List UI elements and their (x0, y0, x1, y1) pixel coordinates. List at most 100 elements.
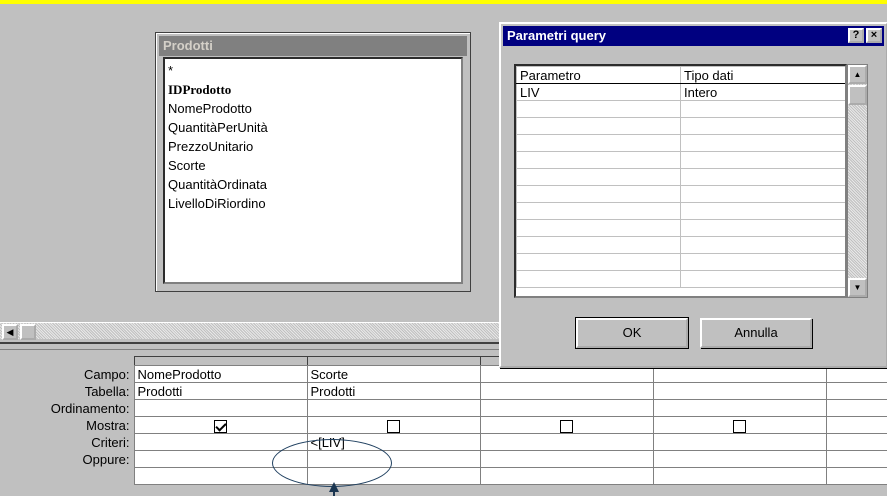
grid-row-oppure: Oppure: (0, 450, 887, 468)
param-name-cell[interactable] (516, 253, 681, 271)
cell-ordinamento-3[interactable] (479, 399, 654, 417)
show-checkbox-2[interactable] (387, 419, 400, 433)
cell-campo-1[interactable]: NomeProdotto (133, 365, 308, 383)
cell-oppure-2[interactable] (306, 450, 481, 468)
horizontal-scrollbar[interactable]: ◀ (0, 322, 500, 340)
param-type-cell[interactable] (680, 168, 845, 186)
cell-campo-2[interactable]: Scorte (306, 365, 481, 383)
param-name-cell[interactable] (516, 202, 681, 220)
cell-campo-5[interactable] (825, 365, 887, 383)
field-item-idprodotto[interactable]: IDProdotto (168, 80, 458, 99)
cell-empty-5[interactable] (825, 467, 887, 485)
parameter-row-empty (516, 253, 845, 271)
scroll-thumb[interactable] (20, 324, 36, 340)
table-box-title[interactable]: Prodotti (159, 36, 467, 56)
grid-row-empty (0, 467, 887, 485)
cell-ordinamento-4[interactable] (652, 399, 827, 417)
row-label-ordinamento: Ordinamento: (0, 399, 134, 417)
field-item-quantitaperunita[interactable]: QuantitàPerUnità (168, 118, 458, 137)
param-name-cell[interactable] (516, 151, 681, 169)
cell-tabella-1[interactable]: Prodotti (133, 382, 308, 400)
cell-ordinamento-1[interactable] (133, 399, 308, 417)
header-tipo-dati: Tipo dati (680, 66, 845, 84)
cell-mostra-5[interactable] (825, 416, 887, 434)
param-type-cell[interactable] (680, 202, 845, 220)
cell-empty-3[interactable] (479, 467, 654, 485)
arrow-left-icon[interactable]: ◀ (2, 324, 18, 340)
parameter-row-empty (516, 100, 845, 118)
param-type-cell[interactable] (680, 270, 845, 288)
dialog-titlebar[interactable]: Parametri query ? × (503, 26, 884, 46)
param-type-cell[interactable] (680, 185, 845, 203)
param-name-cell[interactable] (516, 236, 681, 254)
scroll-thumb[interactable] (848, 85, 867, 105)
param-name-cell[interactable] (516, 168, 681, 186)
arrow-down-icon[interactable]: ▼ (848, 278, 867, 297)
cell-criteri-1[interactable] (133, 433, 308, 451)
show-checkbox-3[interactable] (560, 419, 573, 433)
cell-empty-1[interactable] (133, 467, 308, 485)
arrow-up-icon[interactable]: ▲ (848, 65, 867, 84)
cell-mostra-3 (479, 416, 654, 434)
cell-criteri-3[interactable] (479, 433, 654, 451)
cell-tabella-2[interactable]: Prodotti (306, 382, 481, 400)
param-type-cell[interactable] (680, 219, 845, 237)
field-item-nomeprodotto[interactable]: NomeProdotto (168, 99, 458, 118)
selector-corner (0, 356, 134, 366)
field-list[interactable]: * IDProdotto NomeProdotto QuantitàPerUni… (163, 57, 463, 284)
annulla-button[interactable]: Annulla (700, 318, 812, 348)
param-type-cell[interactable] (680, 100, 845, 118)
row-label-oppure: Oppure: (0, 450, 134, 468)
cell-oppure-1[interactable] (133, 450, 308, 468)
column-selector[interactable] (133, 356, 308, 366)
table-box-prodotti[interactable]: Prodotti * IDProdotto NomeProdotto Quant… (155, 32, 471, 292)
param-name-cell[interactable] (516, 185, 681, 203)
param-type-cell[interactable] (680, 117, 845, 135)
param-name-cell[interactable] (516, 100, 681, 118)
cell-campo-3[interactable] (479, 365, 654, 383)
param-name-cell[interactable] (516, 219, 681, 237)
parameters-grid[interactable]: Parametro Tipo dati LIV Intero (514, 64, 847, 298)
param-name-cell[interactable] (516, 270, 681, 288)
field-item-quantitaordinata[interactable]: QuantitàOrdinata (168, 175, 458, 194)
show-checkbox-1[interactable] (214, 419, 227, 433)
cell-oppure-5[interactable] (825, 450, 887, 468)
parameter-row-empty (516, 185, 845, 203)
show-checkbox-4[interactable] (733, 419, 746, 433)
cell-criteri-5[interactable] (825, 433, 887, 451)
param-type-cell[interactable]: Intero (680, 83, 845, 101)
cell-ordinamento-5[interactable] (825, 399, 887, 417)
cell-oppure-3[interactable] (479, 450, 654, 468)
parameter-row-empty (516, 202, 845, 220)
param-name-cell[interactable] (516, 117, 681, 135)
cell-oppure-4[interactable] (652, 450, 827, 468)
param-name-cell[interactable] (516, 134, 681, 152)
cell-tabella-4[interactable] (652, 382, 827, 400)
row-label-campo: Campo: (0, 365, 134, 383)
param-name-cell[interactable]: LIV (516, 83, 681, 101)
cell-tabella-3[interactable] (479, 382, 654, 400)
param-type-cell[interactable] (680, 236, 845, 254)
close-icon[interactable]: × (866, 28, 882, 43)
cell-empty-4[interactable] (652, 467, 827, 485)
field-item-prezzounitario[interactable]: PrezzoUnitario (168, 137, 458, 156)
param-type-cell[interactable] (680, 253, 845, 271)
cell-criteri-2[interactable]: <[LIV] (306, 433, 481, 451)
parameter-row-empty (516, 219, 845, 237)
field-item-all[interactable]: * (168, 61, 458, 80)
cell-campo-4[interactable] (652, 365, 827, 383)
param-type-cell[interactable] (680, 134, 845, 152)
column-selector[interactable] (306, 356, 481, 366)
row-label-criteri: Criteri: (0, 433, 134, 451)
parameter-row-empty (516, 117, 845, 135)
design-grid: Campo: NomeProdotto Scorte Tabella: Prod… (0, 356, 887, 485)
cell-tabella-5[interactable] (825, 382, 887, 400)
param-type-cell[interactable] (680, 151, 845, 169)
cell-criteri-4[interactable] (652, 433, 827, 451)
cell-ordinamento-2[interactable] (306, 399, 481, 417)
field-item-livellodiriordino[interactable]: LivelloDiRiordino (168, 194, 458, 213)
help-icon[interactable]: ? (848, 28, 864, 43)
ok-button[interactable]: OK (575, 317, 689, 349)
field-item-scorte[interactable]: Scorte (168, 156, 458, 175)
vertical-scrollbar[interactable]: ▲ ▼ (847, 64, 868, 298)
